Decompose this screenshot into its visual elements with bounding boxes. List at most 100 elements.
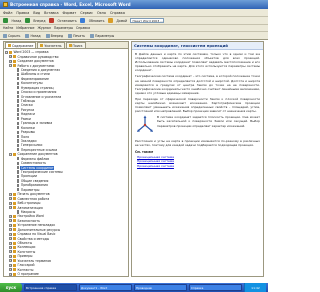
- expand-icon[interactable]: +: [9, 268, 12, 272]
- tree-item-label: Системы координат: [20, 165, 55, 170]
- taskbar-item[interactable]: Проводник: [134, 284, 187, 291]
- book-icon: [12, 219, 16, 223]
- expand-icon[interactable]: +: [9, 214, 12, 218]
- expand-icon[interactable]: +: [9, 197, 12, 201]
- home-icon[interactable]: [107, 18, 113, 23]
- book-icon: [12, 245, 16, 249]
- tree-item[interactable]: + О программе: [5, 272, 128, 276]
- book-icon: [12, 272, 16, 276]
- expand-icon[interactable]: +: [9, 228, 12, 232]
- expand-icon[interactable]: +: [9, 206, 12, 210]
- print-button[interactable]: Печать: [68, 33, 85, 38]
- options-button[interactable]: Параметры: [54, 26, 73, 30]
- tab-contents[interactable]: Содержание: [5, 42, 37, 48]
- expand-icon[interactable]: +: [9, 272, 12, 276]
- topic-title: Системы координат, глоссистем проекций: [134, 43, 228, 48]
- taskbar-item[interactable]: Встроенная справка: [24, 284, 77, 291]
- tree-item-label: Рисунки: [20, 107, 35, 112]
- secondary-toolbar: Найти Избранное Журнал Параметры Справка: [0, 25, 268, 32]
- collapse-icon[interactable]: −: [9, 152, 12, 156]
- menu-format[interactable]: Формат: [63, 11, 77, 15]
- menu-window[interactable]: Окно: [97, 11, 106, 15]
- page-icon: [16, 174, 20, 179]
- expand-icon[interactable]: +: [9, 254, 12, 258]
- tree-item-label: О программе: [17, 272, 39, 277]
- help-back-label: Назад: [30, 33, 41, 38]
- page-icon: [16, 117, 20, 121]
- find-button[interactable]: Найти: [3, 26, 13, 30]
- tab-index[interactable]: Указатель: [37, 42, 65, 48]
- help-button[interactable]: Справка: [76, 26, 90, 30]
- book-icon: [12, 232, 16, 236]
- page-icon: [16, 90, 20, 94]
- collapse-icon[interactable]: −: [5, 50, 8, 54]
- menu-edit[interactable]: Правка: [16, 11, 29, 15]
- menu-insert[interactable]: Вставка: [44, 11, 58, 15]
- forward-button[interactable]: Вперед: [32, 18, 47, 23]
- expand-icon[interactable]: +: [9, 259, 12, 263]
- help-forward-button[interactable]: Вперед: [45, 33, 63, 38]
- tree-item-label: Общие сведения: [20, 178, 49, 183]
- menu-help[interactable]: Справка: [110, 11, 125, 15]
- book-icon: [12, 223, 16, 227]
- menu-view[interactable]: Вид: [33, 11, 40, 15]
- refresh-icon[interactable]: [80, 18, 86, 23]
- expand-icon[interactable]: +: [9, 241, 12, 245]
- refresh-button[interactable]: Обновить: [87, 18, 106, 23]
- taskbar-item[interactable]: Документ1 - Word: [79, 284, 132, 291]
- tree-item-label: Свойства и методы: [17, 236, 50, 241]
- page-icon: [16, 139, 20, 143]
- start-button[interactable]: пуск: [0, 283, 22, 292]
- taskbar-item[interactable]: Справка: [189, 284, 242, 291]
- expand-icon[interactable]: +: [9, 59, 12, 63]
- page-icon: [16, 134, 20, 139]
- book-icon: [12, 59, 16, 63]
- expand-icon[interactable]: +: [9, 201, 12, 205]
- hide-button[interactable]: Скрыть: [3, 33, 20, 38]
- see-also-link[interactable]: Проекционная система: [137, 164, 260, 168]
- topic-paragraph: Географическая система координат – это с…: [135, 74, 260, 95]
- expand-icon[interactable]: +: [9, 55, 12, 59]
- favorites-button[interactable]: Избранное: [16, 26, 34, 30]
- back-icon[interactable]: [3, 18, 8, 23]
- expand-icon[interactable]: +: [9, 232, 12, 236]
- collapse-icon[interactable]: −: [9, 64, 12, 68]
- clock: 11:42: [244, 283, 266, 292]
- back-button[interactable]: Назад: [10, 18, 23, 23]
- expand-icon[interactable]: +: [9, 250, 12, 254]
- expand-icon[interactable]: +: [9, 245, 12, 249]
- home-button[interactable]: Домой: [115, 18, 129, 23]
- tab-search[interactable]: Поиск: [65, 42, 86, 48]
- tree-item-label: Оглавление и указатели: [20, 94, 62, 99]
- tree-item-label: Настройка Word: [17, 214, 44, 219]
- expand-icon[interactable]: +: [9, 192, 12, 196]
- tree-item-label: Закладки: [20, 138, 37, 143]
- book-icon: [12, 206, 16, 210]
- tree-item-label: Проекции: [20, 174, 37, 179]
- tree-item-label: Печать документов: [17, 192, 50, 197]
- history-button[interactable]: Журнал: [37, 26, 50, 30]
- book-icon: [12, 259, 16, 263]
- expand-icon[interactable]: +: [9, 223, 12, 227]
- tree-item-label: Сохранение документов: [17, 152, 58, 157]
- page-icon: [16, 161, 20, 165]
- expand-icon[interactable]: +: [9, 237, 12, 241]
- expand-icon[interactable]: +: [9, 219, 12, 223]
- tree-item-label: Надписи: [20, 112, 35, 117]
- address-field[interactable]: Пакет Word 2003 …: [130, 18, 165, 23]
- help-back-button[interactable]: Назад: [25, 33, 41, 38]
- stop-icon[interactable]: [48, 18, 54, 23]
- stop-button[interactable]: Остановить: [56, 18, 78, 23]
- help-options-button[interactable]: Параметры: [90, 33, 114, 38]
- menu-tools[interactable]: Сервис: [80, 11, 93, 15]
- expand-icon[interactable]: +: [9, 263, 12, 267]
- forward-arrow-icon: [45, 33, 50, 38]
- forward-icon[interactable]: [24, 18, 30, 23]
- menu-file[interactable]: Файл: [3, 11, 12, 15]
